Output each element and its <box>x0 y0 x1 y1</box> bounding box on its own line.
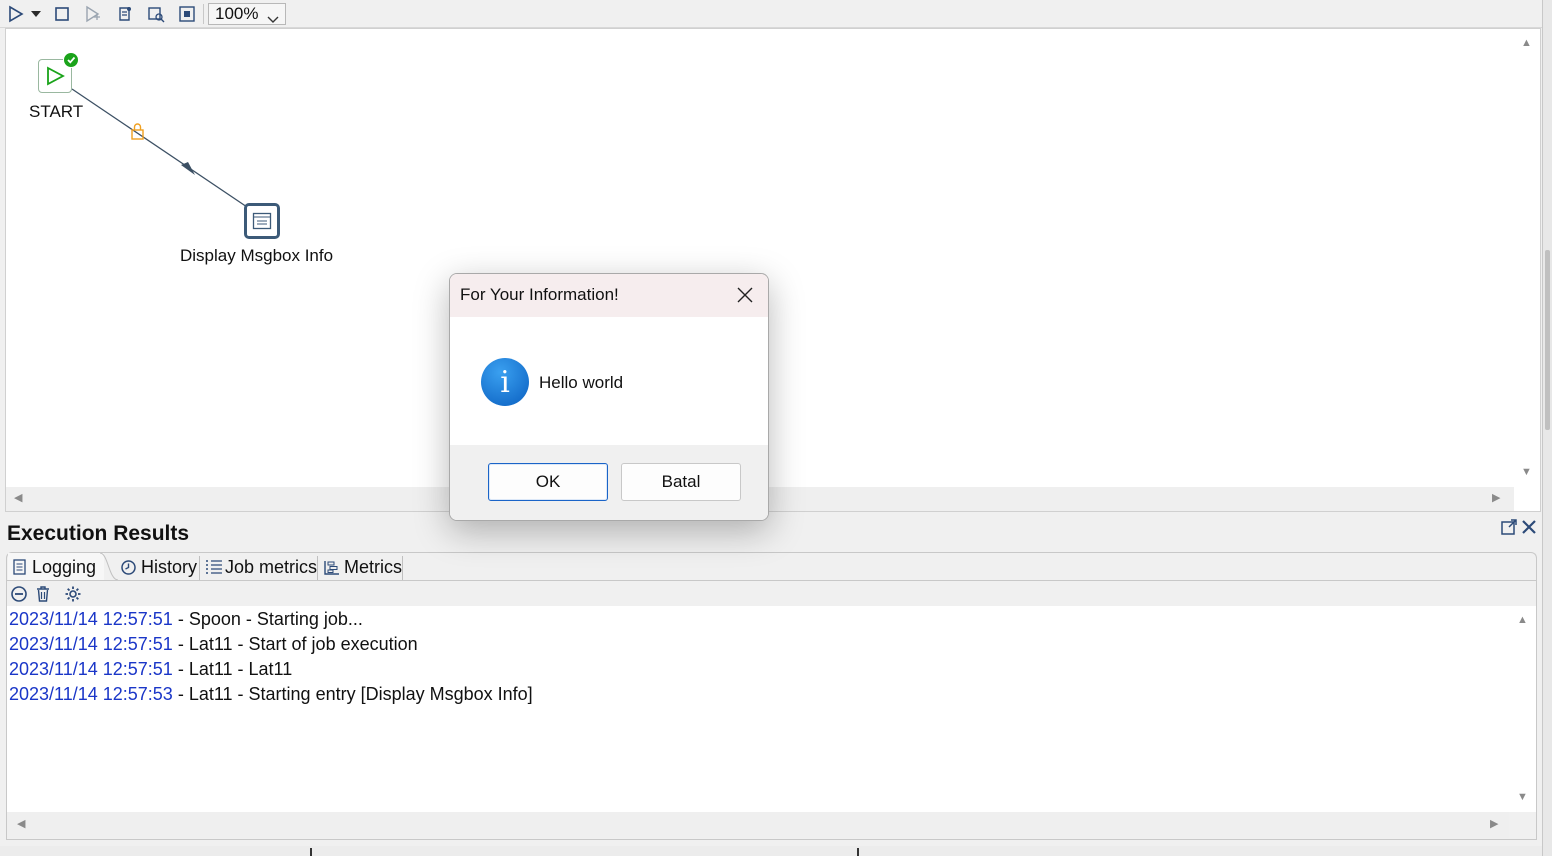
scroll-thumb[interactable] <box>1545 250 1550 430</box>
log-message: - Lat11 - Starting entry [Display Msgbox… <box>172 684 533 704</box>
scroll-left-icon[interactable]: ◀ <box>17 819 25 830</box>
preview-icon[interactable] <box>83 4 103 24</box>
tab-label: History <box>141 556 198 577</box>
job-toolbar: 100% <box>0 0 1542 28</box>
strip-divider <box>310 848 312 856</box>
tab-separator <box>402 556 403 580</box>
log-message: - Spoon - Starting job... <box>172 609 363 629</box>
scroll-down-icon[interactable]: ▼ <box>1521 467 1532 478</box>
lock-icon <box>131 123 144 140</box>
log-timestamp: 2023/11/14 12:57:51 <box>9 634 173 654</box>
history-icon <box>121 559 136 575</box>
tab-separator <box>317 556 318 580</box>
log-line: 2023/11/14 12:57:51 - Spoon - Starting j… <box>9 609 363 630</box>
trash-icon[interactable] <box>34 585 52 608</box>
log-timestamp: 2023/11/14 12:57:51 <box>9 659 173 679</box>
logging-icon <box>13 559 26 575</box>
msgbox-icon <box>252 212 272 230</box>
cancel-button[interactable]: Batal <box>621 463 741 501</box>
scroll-right-icon[interactable]: ▶ <box>1492 493 1500 504</box>
check-icon[interactable] <box>115 4 135 24</box>
success-check-icon <box>63 52 79 68</box>
dialog-message: Hello world <box>539 373 624 392</box>
scroll-down-icon[interactable]: ▼ <box>1517 792 1528 803</box>
start-icon <box>47 66 65 86</box>
log-text-area[interactable]: 2023/11/14 12:57:51 - Spoon - Starting j… <box>7 606 1509 812</box>
dialog-title: For Your Information! <box>460 285 619 304</box>
tab-label: Logging <box>32 556 97 577</box>
hop-line[interactable] <box>71 88 251 210</box>
scroll-up-icon[interactable]: ▲ <box>1521 38 1532 49</box>
impact-icon[interactable] <box>177 4 197 24</box>
gear-icon[interactable] <box>64 585 82 608</box>
zoom-value: 100% <box>215 4 259 23</box>
zoom-select[interactable]: 100% <box>208 3 286 25</box>
scroll-left-icon[interactable]: ◀ <box>14 493 22 504</box>
job-canvas[interactable]: START Display Msgbox Info ▲ ▼ ◀ ▶ <box>5 28 1541 512</box>
maximize-icon[interactable] <box>1500 518 1518 541</box>
tab-label: Metrics <box>344 556 402 577</box>
scroll-up-icon[interactable]: ▲ <box>1517 615 1528 626</box>
chevron-down-icon <box>267 10 279 30</box>
log-line: 2023/11/14 12:57:51 - Lat11 - Start of j… <box>9 634 418 655</box>
run-icon[interactable] <box>6 4 26 24</box>
log-vertical-scrollbar[interactable]: ▲ ▼ <box>1509 606 1536 812</box>
info-dialog: For Your Information! i Hello world OK B… <box>449 273 769 521</box>
execution-results-controls <box>1500 517 1540 537</box>
close-icon[interactable] <box>736 286 754 304</box>
log-message: - Lat11 - Lat11 <box>172 659 293 679</box>
log-timestamp: 2023/11/14 12:57:51 <box>9 609 173 629</box>
status-strip <box>0 846 1542 856</box>
canvas-vertical-scrollbar[interactable]: ▲ ▼ <box>1512 29 1540 487</box>
analyze-icon[interactable] <box>146 4 166 24</box>
spoon-window: 100% START Display Msgbox Info ▲ ▼ ◀ ▶ E… <box>0 0 1552 856</box>
log-timestamp: 2023/11/14 12:57:53 <box>9 684 173 704</box>
clear-log-icon[interactable] <box>10 585 28 608</box>
log-horizontal-scrollbar[interactable]: ◀ ▶ <box>7 812 1509 838</box>
strip-divider <box>857 848 859 856</box>
log-message: - Lat11 - Start of job execution <box>172 634 418 654</box>
toolbar-separator <box>203 4 204 24</box>
dialog-titlebar[interactable]: For Your Information! <box>450 274 768 317</box>
stop-icon[interactable] <box>52 4 72 24</box>
log-line: 2023/11/14 12:57:51 - Lat11 - Lat11 <box>9 659 292 680</box>
start-node-label: START <box>29 102 84 121</box>
tab-metrics[interactable]: Metrics <box>319 553 403 581</box>
scroll-right-icon[interactable]: ▶ <box>1490 819 1498 830</box>
dialog-body: i Hello world <box>450 317 768 445</box>
job-metrics-icon <box>205 560 222 574</box>
display-msgbox-node[interactable] <box>244 203 280 239</box>
log-line: 2023/11/14 12:57:53 - Lat11 - Starting e… <box>9 684 533 705</box>
tab-label: Job metrics <box>224 556 317 577</box>
dialog-footer: OK Batal <box>450 445 768 520</box>
execution-results-title: Execution Results <box>7 522 190 545</box>
tab-history[interactable]: History <box>116 553 200 581</box>
run-dropdown-icon[interactable] <box>29 4 43 24</box>
ok-button[interactable]: OK <box>488 463 608 501</box>
info-icon: i <box>481 358 529 406</box>
display-msgbox-node-label: Display Msgbox Info <box>180 246 334 265</box>
tab-separator <box>199 556 200 580</box>
tab-job-metrics[interactable]: Job metrics <box>201 553 317 581</box>
metrics-icon <box>324 560 339 575</box>
close-icon[interactable] <box>1520 518 1538 541</box>
outer-vertical-scrollbar[interactable] <box>1542 0 1552 856</box>
tab-logging[interactable]: Logging <box>8 553 104 581</box>
